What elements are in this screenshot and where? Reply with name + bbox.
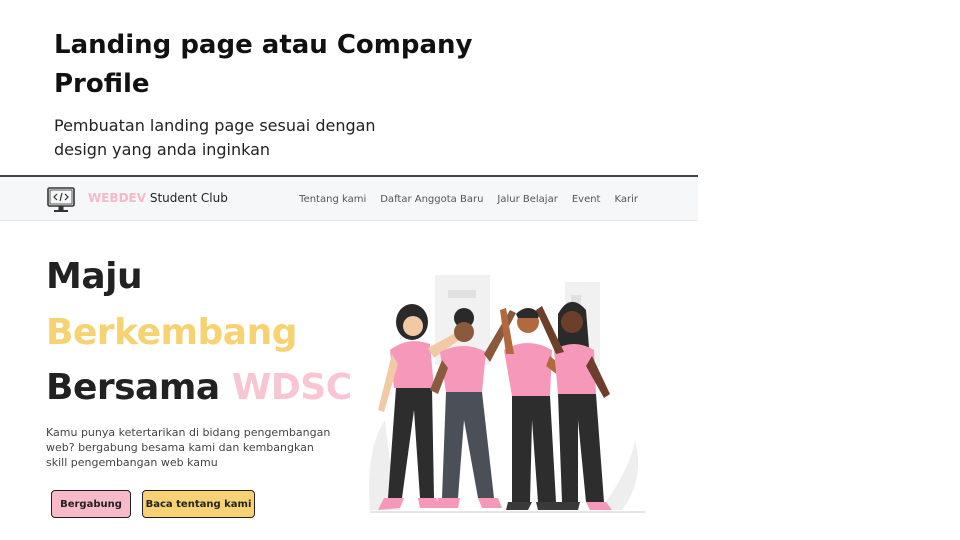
brand-name[interactable]: WEBDEV Student Club	[88, 191, 228, 205]
join-button[interactable]: Bergabung	[51, 490, 131, 518]
nav-link-daftar-anggota[interactable]: Daftar Anggota Baru	[380, 194, 483, 205]
read-about-button[interactable]: Baca tentang kami	[142, 490, 255, 518]
hero-heading-line3: Bersama WDSC	[46, 366, 352, 410]
brand-rest-text: Student Club	[149, 191, 228, 205]
nav-links: Tentang kami Daftar Anggota Baru Jalur B…	[299, 194, 638, 205]
hero-heading-prefix: Bersama	[46, 367, 220, 408]
nav-link-jalur-belajar[interactable]: Jalur Belajar	[497, 194, 557, 205]
nav-link-event[interactable]: Event	[572, 194, 601, 205]
slide-subtitle: Pembuatan landing page sesuai dengan des…	[54, 116, 376, 159]
hero-description: Kamu punya ketertarikan di bidang pengem…	[46, 426, 331, 469]
nav-link-tentang-kami[interactable]: Tentang kami	[299, 194, 366, 205]
brand-accent-text: WEBDEV	[88, 191, 147, 205]
nav-link-karir[interactable]: Karir	[614, 194, 638, 205]
people-high-five-illustration	[369, 275, 645, 513]
code-monitor-icon[interactable]	[46, 185, 76, 215]
hero-heading-line1: Maju	[46, 256, 143, 297]
hero-heading-line2: Berkembang	[46, 312, 297, 353]
hero-heading-accent: WDSC	[231, 367, 352, 408]
slide-title: Landing page atau Company Profile	[54, 30, 473, 99]
website-mockup: WEBDEV Student Club Tentang kami Daftar …	[0, 175, 698, 540]
navbar: WEBDEV Student Club Tentang kami Daftar …	[0, 175, 698, 221]
